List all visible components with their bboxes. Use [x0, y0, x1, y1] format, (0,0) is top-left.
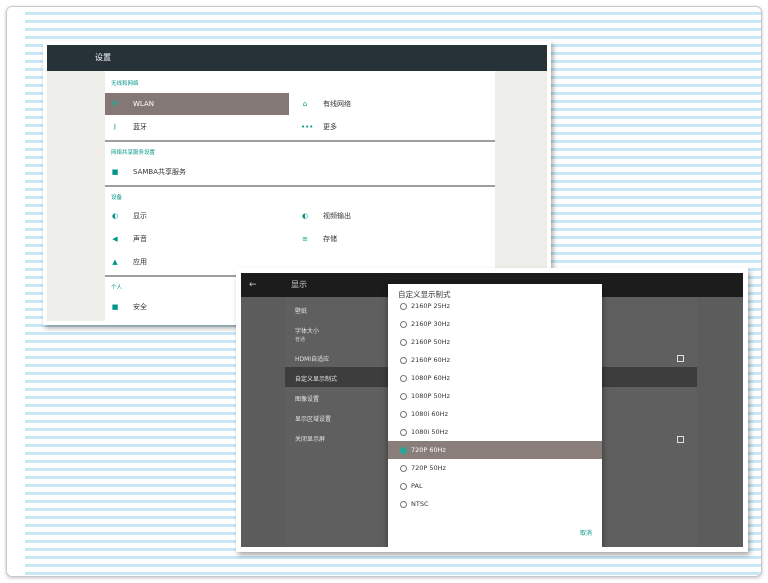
option-label: 1080i 50Hz: [411, 428, 448, 436]
radio-button[interactable]: [400, 500, 407, 508]
settings-item-samba[interactable]: ■ SAMBA共享服务: [105, 161, 289, 183]
option-1080p-50hz[interactable]: 1080P 50Hz: [388, 387, 602, 405]
radio-button[interactable]: [400, 482, 407, 490]
section-divider: [105, 140, 495, 142]
more-icon: •••: [301, 123, 314, 131]
option-720p-60hz[interactable]: 720P 60Hz: [388, 441, 602, 459]
option-pal[interactable]: PAL: [388, 477, 602, 495]
android-icon: ▲: [112, 258, 118, 266]
settings-item-label: 安全: [133, 303, 147, 311]
option-label: 2160P 60Hz: [411, 356, 451, 364]
settings-item-label: 显示: [133, 212, 147, 220]
settings-title: 设置: [95, 53, 111, 62]
option-label: 720P 60Hz: [411, 446, 446, 454]
radio-button[interactable]: [400, 374, 407, 382]
back-arrow-icon[interactable]: ←: [249, 273, 257, 297]
settings-item-video-output[interactable]: ◐ 视频输出: [295, 205, 485, 227]
settings-item-label: SAMBA共享服务: [133, 168, 186, 176]
settings-item-label: 有线网络: [323, 100, 351, 108]
settings-item-label: 视频输出: [323, 212, 351, 220]
option-label: 1080P 60Hz: [411, 374, 451, 382]
radio-button[interactable]: [400, 464, 407, 472]
radio-button[interactable]: [400, 338, 407, 346]
setting-screen-off[interactable]: 关闭显示屏: [295, 434, 325, 443]
setting-font-size[interactable]: 字体大小 普通: [295, 326, 319, 343]
display-screenshot: ← 显示 壁纸 字体大小 普通 HDMI自适应 自定义显示制式 图像设置 显示区…: [236, 268, 748, 552]
settings-item-more[interactable]: ••• 更多: [295, 116, 485, 138]
radio-button-selected[interactable]: [400, 446, 407, 454]
settings-item-label: 蓝牙: [133, 123, 147, 131]
option-2160p-30hz[interactable]: 2160P 30Hz: [388, 315, 602, 333]
setting-custom-display-mode[interactable]: 自定义显示制式: [295, 374, 337, 383]
radio-button[interactable]: [400, 428, 407, 436]
display-mode-dialog: 自定义显示制式 2160P 25Hz 2160P 30Hz 2160P 50Hz…: [388, 284, 602, 547]
settings-item-display[interactable]: ◐ 显示: [105, 205, 289, 227]
option-label: 1080i 60Hz: [411, 410, 448, 418]
option-1080i-60hz[interactable]: 1080i 60Hz: [388, 405, 602, 423]
settings-item-label: 应用: [133, 258, 147, 266]
wifi-icon: ▼: [112, 100, 118, 108]
hdmi-adapt-checkbox[interactable]: [677, 355, 684, 362]
setting-image[interactable]: 图像设置: [295, 394, 319, 403]
brightness-icon: ◐: [111, 212, 119, 220]
setting-wallpaper[interactable]: 壁纸: [295, 306, 307, 315]
settings-item-storage[interactable]: ≡ 存储: [295, 228, 485, 250]
home-icon: ⌂: [302, 100, 308, 108]
option-label: 1080P 50Hz: [411, 392, 451, 400]
section-divider: [105, 185, 495, 187]
storage-icon: ≡: [302, 235, 308, 243]
option-label: 2160P 30Hz: [411, 320, 451, 328]
option-2160p-50hz[interactable]: 2160P 50Hz: [388, 333, 602, 351]
option-2160p-25hz[interactable]: 2160P 25Hz: [388, 297, 602, 315]
section-share: 网络共享服务设置: [111, 150, 156, 156]
option-720p-50hz[interactable]: 720P 50Hz: [388, 459, 602, 477]
screen-off-checkbox[interactable]: [677, 436, 684, 443]
settings-item-sound[interactable]: ◀ 声音: [105, 228, 289, 250]
option-label: 720P 50Hz: [411, 464, 446, 472]
settings-item-label: 声音: [133, 235, 147, 243]
settings-toolbar: 设置: [47, 45, 547, 71]
settings-item-wired[interactable]: ⌂ 有线网络: [295, 93, 485, 115]
setting-hdmi-adapt[interactable]: HDMI自适应: [295, 354, 329, 363]
radio-button[interactable]: [400, 392, 407, 400]
section-wireless: 无线和网络: [111, 81, 139, 87]
display-title: 显示: [291, 280, 307, 289]
option-label: PAL: [411, 482, 423, 490]
lock-icon: ■: [111, 303, 119, 311]
option-ntsc[interactable]: NTSC: [388, 495, 602, 513]
brightness-icon: ◐: [301, 212, 309, 220]
folder-icon: ■: [111, 168, 119, 176]
setting-font-size-value: 普通: [295, 337, 306, 343]
option-1080p-60hz[interactable]: 1080P 60Hz: [388, 369, 602, 387]
radio-button[interactable]: [400, 302, 407, 310]
settings-item-label: WLAN: [133, 100, 155, 108]
radio-button[interactable]: [400, 320, 407, 328]
settings-item-label: 更多: [323, 123, 337, 131]
option-label: 2160P 25Hz: [411, 302, 451, 310]
option-label: NTSC: [411, 500, 429, 508]
radio-button[interactable]: [400, 410, 407, 418]
bluetooth-icon: ᛒ: [112, 123, 118, 131]
section-device: 设备: [111, 195, 123, 201]
radio-button[interactable]: [400, 356, 407, 364]
volume-icon: ◀: [112, 235, 118, 243]
cancel-button[interactable]: 取消: [580, 528, 592, 537]
settings-item-wlan[interactable]: ▼ WLAN: [105, 93, 289, 115]
option-label: 2160P 50Hz: [411, 338, 451, 346]
setting-display-area[interactable]: 显示区域设置: [295, 414, 331, 423]
option-2160p-60hz[interactable]: 2160P 60Hz: [388, 351, 602, 369]
photo-frame: 设置 无线和网络 ▼ WLAN ⌂ 有线网络 ᛒ 蓝牙 ••• 更多 网络共享服…: [6, 6, 762, 577]
section-personal: 个人: [111, 285, 123, 291]
settings-item-bluetooth[interactable]: ᛒ 蓝牙: [105, 116, 289, 138]
setting-font-size-label: 字体大小: [295, 328, 320, 335]
frame-left-margin: [7, 7, 25, 576]
settings-item-label: 存储: [323, 235, 337, 243]
option-1080i-50hz[interactable]: 1080i 50Hz: [388, 423, 602, 441]
